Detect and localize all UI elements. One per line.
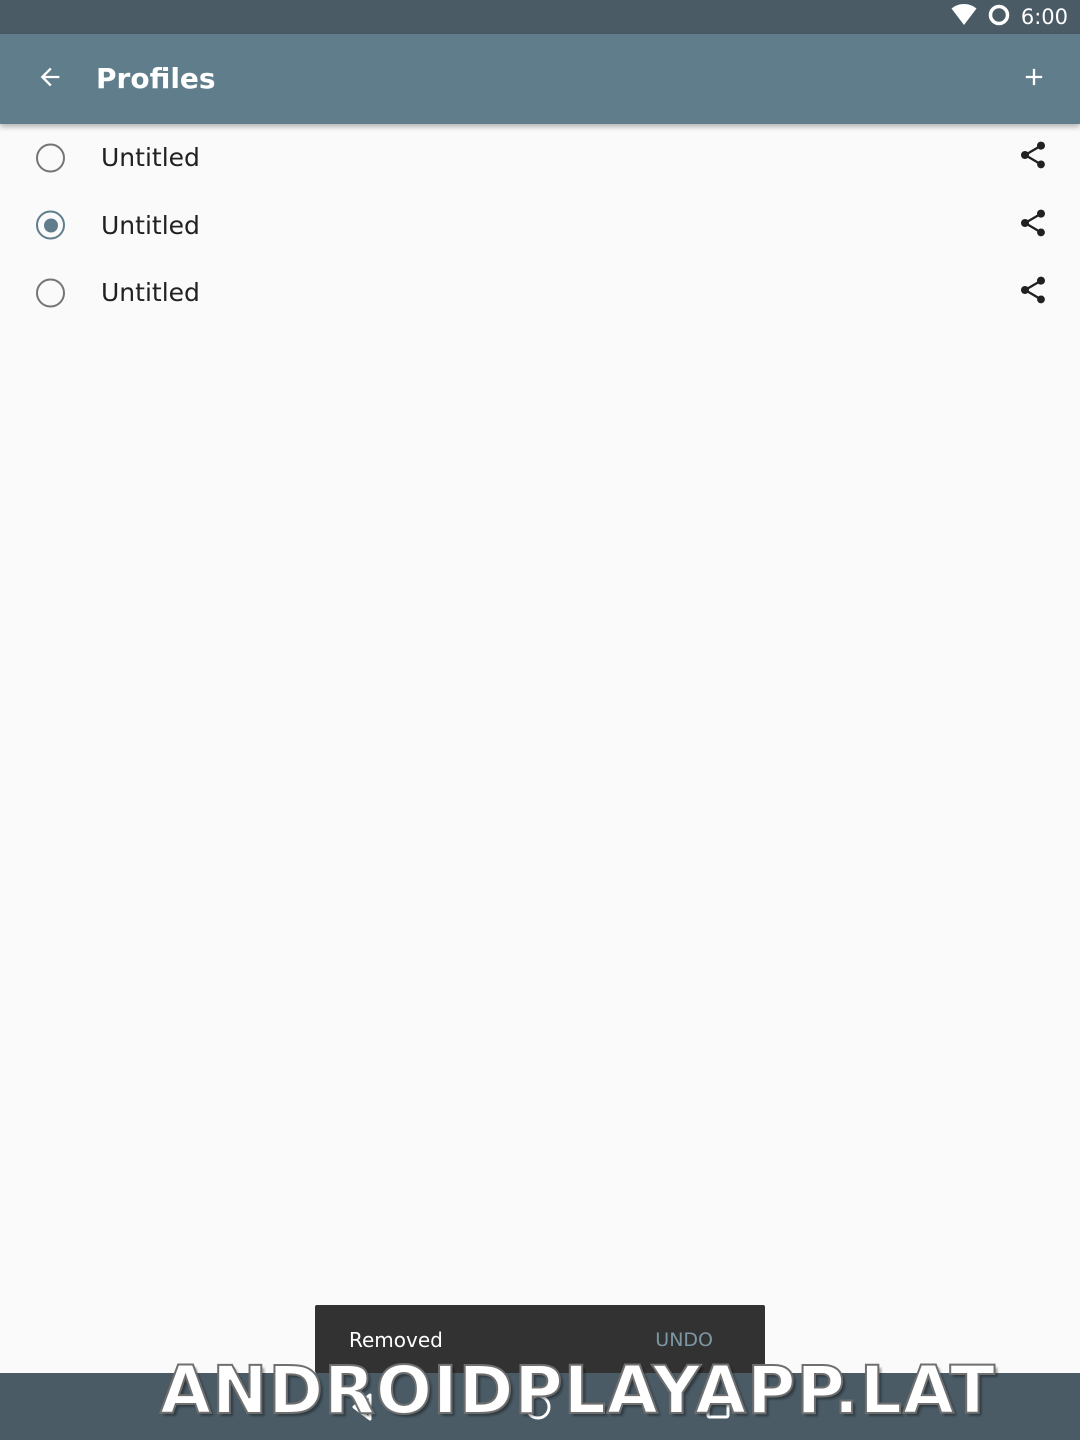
share-icon — [1017, 139, 1049, 176]
arrow-back-icon — [36, 63, 64, 96]
profile-row[interactable]: Untitled — [0, 124, 1080, 192]
profile-row[interactable]: Untitled — [0, 259, 1080, 327]
share-icon — [1017, 207, 1049, 244]
plus-icon — [1020, 63, 1048, 96]
page-title: Profiles — [96, 62, 216, 95]
profile-radio-selected[interactable] — [36, 210, 65, 240]
app-bar: Profiles — [0, 34, 1080, 124]
sync-icon — [987, 3, 1011, 32]
profile-radio[interactable] — [36, 278, 65, 308]
profile-label: Untitled — [101, 210, 200, 240]
share-icon — [1017, 274, 1049, 311]
status-bar: 6:00 — [0, 0, 1080, 34]
watermark-text: ANDROIDPLAYAPP.LAT — [159, 1351, 996, 1430]
status-icons: 6:00 — [951, 0, 1068, 34]
status-time: 6:00 — [1020, 5, 1068, 29]
add-profile-button[interactable] — [1010, 55, 1058, 103]
profile-label: Untitled — [101, 278, 200, 308]
profile-list: Untitled Untitled Untitled — [0, 124, 1080, 327]
share-button[interactable] — [1008, 200, 1058, 250]
wifi-icon — [951, 3, 977, 31]
profile-row[interactable]: Untitled — [0, 192, 1080, 260]
back-button[interactable] — [26, 55, 74, 103]
share-button[interactable] — [1008, 133, 1058, 183]
share-button[interactable] — [1008, 268, 1058, 318]
profile-radio[interactable] — [36, 143, 65, 173]
profile-label: Untitled — [101, 143, 200, 173]
